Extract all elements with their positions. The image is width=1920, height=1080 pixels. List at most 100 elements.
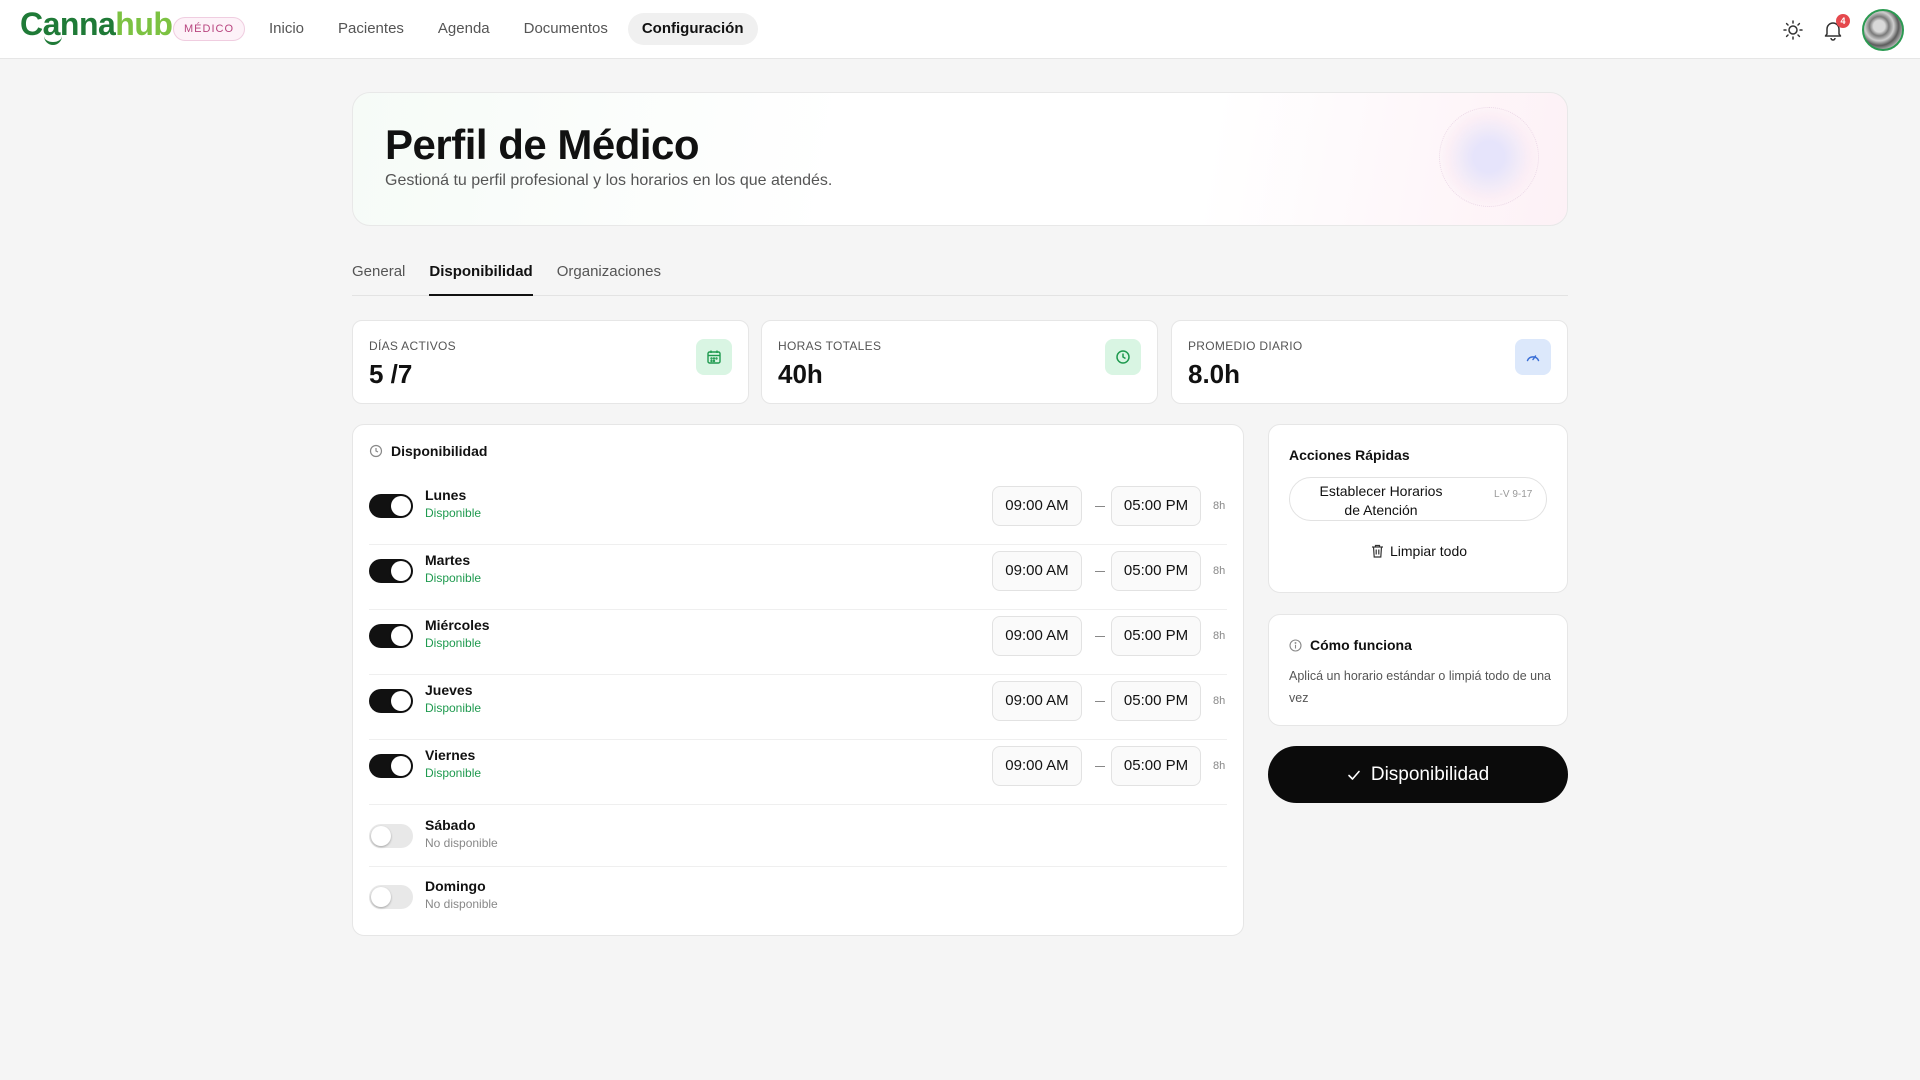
set-office-hours-button[interactable]: Establecer Horarios de Atención L-V 9-17 xyxy=(1289,477,1547,521)
time-separator xyxy=(1095,571,1105,572)
end-time-input[interactable]: 05:00 PM xyxy=(1111,746,1201,786)
tab-organizaciones[interactable]: Organizaciones xyxy=(557,262,661,296)
avatar[interactable] xyxy=(1862,9,1904,51)
role-badge: MÉDICO xyxy=(173,17,245,41)
stat-card-total-hours: HORAS TOTALES 40h xyxy=(761,320,1158,404)
day-status: Disponible xyxy=(425,571,482,585)
day-row-sabado: Sábado No disponible xyxy=(369,806,1227,867)
clear-all-button[interactable]: Limpiar todo xyxy=(1269,543,1569,559)
tab-disponibilidad[interactable]: Disponibilidad xyxy=(429,262,533,296)
stat-label: DÍAS ACTIVOS xyxy=(369,339,456,353)
day-status: Disponible xyxy=(425,506,482,520)
stat-label: PROMEDIO DIARIO xyxy=(1188,339,1303,353)
profile-tabs: General Disponibilidad Organizaciones xyxy=(352,262,1568,296)
start-time-input[interactable]: 09:00 AM xyxy=(992,746,1082,786)
stat-value: 5 /7 xyxy=(369,359,413,389)
start-time-input[interactable]: 09:00 AM xyxy=(992,616,1082,656)
top-navbar: Cannahub MÉDICO Inicio Pacientes Agenda … xyxy=(0,0,1920,59)
day-name: Miércoles xyxy=(425,617,490,633)
cannahub-logo[interactable]: Cannahub xyxy=(20,6,173,43)
availability-card: Disponibilidad Lunes Disponible 09:00 AM… xyxy=(352,424,1244,936)
day-name: Jueves xyxy=(425,682,473,698)
day-row-miercoles: Miércoles Disponible 09:00 AM 05:00 PM 8… xyxy=(369,611,1227,675)
toggle-miercoles[interactable] xyxy=(369,624,413,648)
how-it-works-title: Cómo funciona xyxy=(1310,637,1412,653)
check-icon xyxy=(1348,770,1360,780)
quick-actions-card: Acciones Rápidas Establecer Horarios de … xyxy=(1268,424,1568,593)
decorative-orb xyxy=(1439,107,1539,207)
time-separator xyxy=(1095,506,1105,507)
end-time-input[interactable]: 05:00 PM xyxy=(1111,616,1201,656)
day-row-jueves: Jueves Disponible 09:00 AM 05:00 PM 8h xyxy=(369,676,1227,740)
nav-item-inicio[interactable]: Inicio xyxy=(255,13,318,45)
how-it-works-heading: Cómo funciona xyxy=(1289,637,1412,653)
day-name: Domingo xyxy=(425,878,486,894)
end-time-input[interactable]: 05:00 PM xyxy=(1111,681,1201,721)
day-hours: 8h xyxy=(1213,500,1226,512)
header-actions: 4 xyxy=(1782,9,1904,51)
toggle-martes[interactable] xyxy=(369,559,413,583)
logo-text-hub: hub xyxy=(115,6,173,42)
day-hours: 8h xyxy=(1213,760,1226,772)
toggle-lunes[interactable] xyxy=(369,494,413,518)
profile-header-card: Perfil de Médico Gestioná tu perfil prof… xyxy=(352,92,1568,226)
day-name: Sábado xyxy=(425,817,476,833)
main-nav: Inicio Pacientes Agenda Documentos Confi… xyxy=(255,13,758,45)
info-icon xyxy=(1289,638,1302,652)
start-time-input[interactable]: 09:00 AM xyxy=(992,551,1082,591)
time-separator xyxy=(1095,701,1105,702)
nav-item-agenda[interactable]: Agenda xyxy=(424,13,504,45)
day-name: Lunes xyxy=(425,487,467,503)
toggle-viernes[interactable] xyxy=(369,754,413,778)
day-row-viernes: Viernes Disponible 09:00 AM 05:00 PM 8h xyxy=(369,741,1227,805)
preset-tag: L-V 9-17 xyxy=(1494,489,1533,500)
tab-general[interactable]: General xyxy=(352,262,405,296)
toggle-jueves[interactable] xyxy=(369,689,413,713)
day-status: No disponible xyxy=(425,897,498,911)
nav-item-configuracion[interactable]: Configuración xyxy=(627,13,758,45)
stat-value: 40h xyxy=(778,359,823,389)
save-button-label: Disponibilidad xyxy=(1370,763,1490,785)
logo-smile-mark xyxy=(44,36,62,45)
preset-label: Establecer Horarios de Atención xyxy=(1319,483,1443,518)
day-hours: 8h xyxy=(1213,565,1226,577)
start-time-input[interactable]: 09:00 AM xyxy=(992,681,1082,721)
nav-item-documentos[interactable]: Documentos xyxy=(510,13,622,45)
gauge-icon xyxy=(1515,339,1551,375)
clear-all-label: Limpiar todo xyxy=(1389,543,1468,559)
page-subtitle: Gestioná tu perfil profesional y los hor… xyxy=(385,172,833,189)
toggle-domingo[interactable] xyxy=(369,885,413,909)
clock-icon xyxy=(369,444,383,458)
trash-icon xyxy=(1371,544,1383,558)
day-hours: 8h xyxy=(1213,695,1226,707)
day-status: No disponible xyxy=(425,836,498,850)
sun-icon[interactable] xyxy=(1782,19,1804,41)
page-title: Perfil de Médico xyxy=(385,121,700,168)
nav-item-pacientes[interactable]: Pacientes xyxy=(324,13,418,45)
day-row-martes: Martes Disponible 09:00 AM 05:00 PM 8h xyxy=(369,546,1227,610)
stat-card-active-days: DÍAS ACTIVOS 5 /7 xyxy=(352,320,749,404)
day-row-lunes: Lunes Disponible 09:00 AM 05:00 PM 8h xyxy=(369,481,1227,545)
clock-icon xyxy=(1105,339,1141,375)
how-it-works-card: Cómo funciona Aplicá un horario estándar… xyxy=(1268,614,1568,726)
quick-actions-title: Acciones Rápidas xyxy=(1289,447,1410,463)
notification-count-badge: 4 xyxy=(1836,14,1850,28)
day-name: Martes xyxy=(425,552,471,568)
day-row-domingo: Domingo No disponible xyxy=(369,868,1227,929)
stat-card-daily-average: PROMEDIO DIARIO 8.0h xyxy=(1171,320,1568,404)
bell-icon[interactable]: 4 xyxy=(1822,14,1850,41)
time-separator xyxy=(1095,636,1105,637)
start-time-input[interactable]: 09:00 AM xyxy=(992,486,1082,526)
toggle-sabado[interactable] xyxy=(369,824,413,848)
day-hours: 8h xyxy=(1213,630,1226,642)
availability-heading: Disponibilidad xyxy=(369,443,487,459)
end-time-input[interactable]: 05:00 PM xyxy=(1111,551,1201,591)
save-availability-button[interactable]: Disponibilidad xyxy=(1268,746,1568,803)
availability-title: Disponibilidad xyxy=(391,443,488,459)
day-status: Disponible xyxy=(425,766,482,780)
day-status: Disponible xyxy=(425,701,482,715)
day-status: Disponible xyxy=(425,636,482,650)
end-time-input[interactable]: 05:00 PM xyxy=(1111,486,1201,526)
stat-value: 8.0h xyxy=(1188,359,1241,389)
how-it-works-text: Aplicá un horario estándar o limpiá todo… xyxy=(1289,669,1551,705)
